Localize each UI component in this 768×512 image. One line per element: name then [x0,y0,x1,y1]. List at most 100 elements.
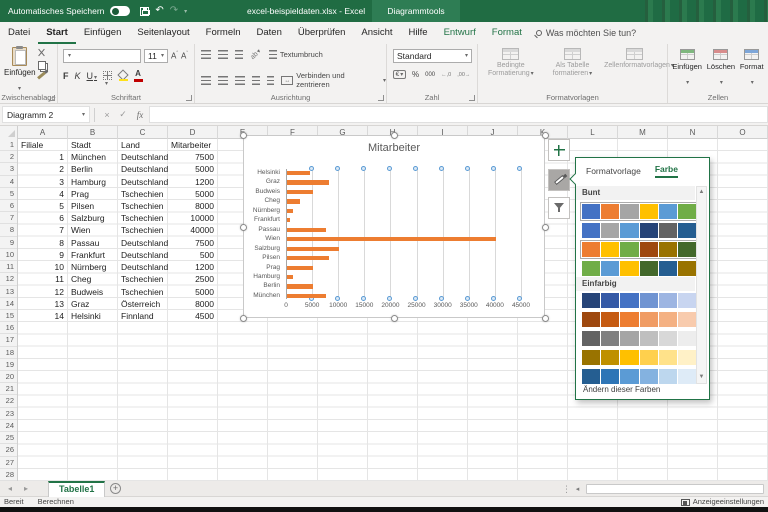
grid-cell[interactable]: 4 [18,188,68,200]
chart-bar[interactable] [287,209,293,213]
column-header[interactable]: N [668,126,718,139]
color-swatch[interactable] [582,261,600,276]
name-box[interactable]: Diagramm 2 [2,106,90,123]
dialog-launcher-icon[interactable] [186,95,192,101]
grid-cell[interactable]: Berlin [68,163,118,175]
decrease-font-icon[interactable]: Aˇ [181,51,188,61]
row-header[interactable]: 26 [0,444,17,456]
row-header[interactable]: 27 [0,457,17,469]
align-bottom-icon[interactable] [235,50,243,59]
grid-cell[interactable]: 7500 [168,237,218,249]
color-swatch[interactable] [640,223,658,238]
color-swatch[interactable] [678,204,696,219]
row-header[interactable]: 10 [0,249,17,261]
grid-cell[interactable]: Österreich [118,298,168,310]
chart-selection-handle[interactable] [542,132,549,139]
wrap-text-button[interactable]: Textumbruch [269,50,323,59]
cancel-icon[interactable]: × [99,110,115,120]
insert-function-icon[interactable]: fx [131,110,149,120]
tab-farbe[interactable]: Farbe [655,164,678,178]
decrease-indent-icon[interactable] [252,76,260,85]
grid-cell[interactable]: Tschechien [118,200,168,212]
color-swatch[interactable] [582,223,600,238]
format-as-table-button[interactable]: Als Tabelle formatieren [542,48,602,78]
chart-bar[interactable] [287,247,339,251]
color-swatch[interactable] [659,369,677,384]
row-header[interactable]: 2 [0,151,17,163]
chart-bar[interactable] [287,199,300,203]
color-swatch[interactable] [620,261,638,276]
grid-cell[interactable]: Tschechien [118,224,168,236]
color-swatch[interactable] [620,331,638,346]
row-header[interactable]: 19 [0,359,17,371]
enter-icon[interactable]: ✓ [115,109,131,120]
format-painter-icon[interactable] [37,71,46,79]
color-swatch[interactable] [659,350,677,365]
chart-selection-handle[interactable] [240,132,247,139]
grid-cell[interactable]: 7 [18,224,68,236]
grid-cell[interactable]: Helsinki [68,310,118,322]
gridline-handle[interactable] [465,166,470,171]
grid-cell[interactable]: München [68,151,118,163]
chart-bar[interactable] [287,171,310,175]
align-center-icon[interactable] [218,76,228,85]
color-swatch[interactable] [678,223,696,238]
color-swatch[interactable] [601,331,619,346]
grid-cell[interactable]: 8000 [168,298,218,310]
ribbon-tab[interactable]: Ansicht [353,22,400,44]
gridline-handle[interactable] [387,296,392,301]
column-header[interactable]: A [18,126,68,139]
color-swatch[interactable] [640,369,658,384]
grid-cell[interactable]: 13 [18,298,68,310]
color-swatch[interactable] [659,261,677,276]
grid-cell[interactable]: Tschechien [118,286,168,298]
palette-row[interactable] [582,204,696,219]
ribbon-tab[interactable]: Formeln [198,22,249,44]
color-swatch[interactable] [620,369,638,384]
tell-me-search[interactable]: Was möchten Sie tun? [536,22,636,44]
chart-bar[interactable] [287,218,290,222]
grid-cell[interactable]: Stadt [68,139,118,151]
increase-indent-icon[interactable] [267,76,275,85]
color-swatch[interactable] [582,331,600,346]
grid-cell[interactable]: Filiale [18,139,68,151]
autosave-toggle[interactable] [110,6,130,16]
palette-row[interactable] [582,331,696,346]
quick-access-caret-icon[interactable]: ▾ [184,8,187,15]
row-header[interactable]: 14 [0,298,17,310]
palette-row[interactable] [582,293,696,308]
ribbon-tab[interactable]: Datei [0,22,38,44]
scroll-down-icon[interactable]: ▼ [697,372,706,383]
bold-button[interactable]: F [63,71,69,81]
grid-cell[interactable]: 4500 [168,310,218,322]
chart-selection-handle[interactable] [240,315,247,322]
grid-cell[interactable]: Tschechien [118,212,168,224]
chart-bar[interactable] [287,237,496,241]
conditional-formatting-button[interactable]: Bedingte Formatierung [481,48,541,78]
insert-cells-button[interactable]: Einfügen [672,49,702,89]
grid-cell[interactable]: Mitarbeiter [168,139,218,151]
ribbon-tab[interactable]: Seitenlayout [129,22,197,44]
chart-selection-handle[interactable] [542,224,549,231]
color-swatch[interactable] [601,293,619,308]
ribbon-tab[interactable]: Daten [249,22,290,44]
color-swatch[interactable] [659,312,677,327]
grid-cell[interactable]: Tschechien [118,273,168,285]
chart-bar[interactable] [287,275,293,279]
row-header[interactable]: 9 [0,237,17,249]
gridline-handle[interactable] [439,296,444,301]
gridline-handle[interactable] [335,296,340,301]
chart-bar[interactable] [287,228,326,232]
borders-icon[interactable] [103,71,112,80]
row-header[interactable]: 22 [0,395,17,407]
sheet-next-icon[interactable]: ▸ [24,481,28,497]
grid-cell[interactable]: Budweis [68,286,118,298]
palette-row[interactable] [582,261,696,276]
color-swatch[interactable] [659,242,677,257]
context-tools-label[interactable]: Diagrammtools [372,0,460,22]
color-swatch[interactable] [620,312,638,327]
row-header[interactable]: 1 [0,139,17,151]
grid-cell[interactable]: Cheg [68,273,118,285]
align-middle-icon[interactable] [218,50,228,59]
row-header[interactable]: 5 [0,188,17,200]
